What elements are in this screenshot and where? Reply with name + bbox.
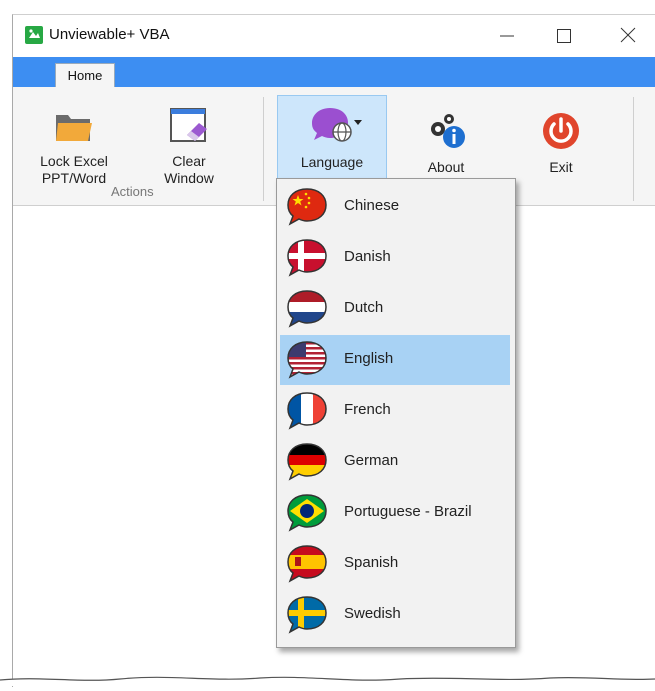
denmark-flag-icon [284,236,330,280]
sweden-flag-icon [284,593,330,637]
lock-label-line1: Lock Excel [40,153,108,169]
menu-item-label: Portuguese - Brazil [344,503,472,520]
clear-label-line1: Clear [172,153,206,169]
lock-excel-ppt-word-button[interactable]: Lock Excel PPT/Word [31,101,117,187]
minimize-button[interactable] [487,21,527,49]
maximize-button[interactable] [544,21,584,49]
ribbon-separator [263,97,264,201]
eraser-window-icon [165,101,213,149]
window-title: Unviewable+ VBA [49,26,170,43]
title-bar[interactable]: Unviewable+ VBA [13,15,655,55]
usa-flag-icon [284,338,330,382]
menu-item-label: Danish [344,248,391,265]
info-gears-icon [422,107,470,155]
netherlands-flag-icon [284,287,330,331]
language-dropdown-menu: Chinese Danish Dutch English French Germ… [276,178,516,648]
actions-group-label: Actions [111,184,154,199]
menu-item-label: Swedish [344,605,401,622]
menu-item-spanish[interactable]: Spanish [280,539,510,589]
clear-window-button[interactable]: Clear Window [149,101,229,187]
language-button[interactable]: Language [277,95,387,191]
france-flag-icon [284,389,330,433]
folder-icon [50,101,98,149]
ribbon-tab-bar: Home [13,57,655,88]
brazil-flag-icon [284,491,330,535]
about-button[interactable]: About [413,107,479,176]
exit-label: Exit [549,159,573,175]
menu-item-chinese[interactable]: Chinese [280,182,510,232]
about-label: About [427,159,465,175]
menu-item-dutch[interactable]: Dutch [280,284,510,334]
menu-item-german[interactable]: German [280,437,510,487]
menu-item-portuguese-brazil[interactable]: Portuguese - Brazil [280,488,510,538]
menu-item-label: French [344,401,391,418]
power-icon [537,107,585,155]
germany-flag-icon [284,440,330,484]
menu-item-label: English [344,350,394,367]
menu-item-swedish[interactable]: Swedish [280,590,510,640]
exit-button[interactable]: Exit [531,107,591,176]
clear-label-line2: Window [164,170,214,186]
lock-label-line2: PPT/Word [41,170,107,186]
menu-item-label: Dutch [344,299,384,316]
language-label: Language [300,154,364,170]
menu-item-danish[interactable]: Danish [280,233,510,283]
menu-item-label: Spanish [344,554,399,571]
menu-item-label: German [344,452,399,469]
menu-item-french[interactable]: French [280,386,510,436]
menu-item-label: Chinese [344,197,400,214]
tab-home[interactable]: Home [55,63,115,88]
menu-item-english[interactable]: English [280,335,510,385]
spain-flag-icon [284,542,330,586]
language-chat-globe-icon [308,102,362,150]
ribbon-separator-right [633,97,634,201]
china-flag-icon [284,185,330,229]
app-logo-icon [25,26,43,44]
torn-bottom-edge [0,670,655,686]
close-button[interactable] [608,21,648,49]
